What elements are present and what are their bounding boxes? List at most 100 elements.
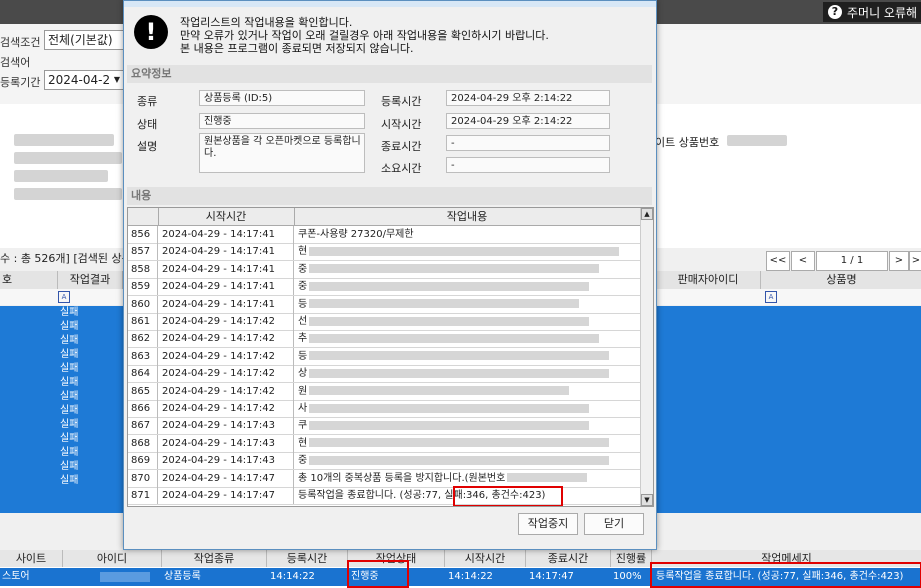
blurred-text bbox=[14, 188, 122, 200]
log-row[interactable]: 860 2024-04-29 - 14:17:41 등 bbox=[128, 295, 640, 314]
log-row[interactable]: 864 2024-04-29 - 14:17:42 상 bbox=[128, 365, 640, 384]
log-row-no: 866 bbox=[128, 400, 158, 417]
right-panel: 이트 상품번호 bbox=[655, 104, 921, 248]
kind-label: 종류 bbox=[137, 95, 158, 108]
condition-select[interactable]: 전체(기본값) bbox=[44, 30, 125, 50]
pager-prev[interactable]: < bbox=[791, 251, 815, 271]
log-row-no: 858 bbox=[128, 260, 158, 278]
blurred-id bbox=[100, 572, 150, 582]
blurred-text bbox=[727, 135, 787, 146]
scroll-up-icon[interactable]: ▲ bbox=[641, 208, 653, 220]
log-row[interactable]: 857 2024-04-29 - 14:17:41 현 bbox=[128, 243, 640, 262]
log-row-no: 868 bbox=[128, 434, 158, 452]
grid-row-result: 실패 bbox=[60, 321, 79, 332]
log-row[interactable]: 863 2024-04-29 - 14:17:42 등 bbox=[128, 347, 640, 366]
blurred-text bbox=[309, 264, 600, 274]
job-header-site[interactable]: 사이트 bbox=[0, 550, 63, 567]
grid-header-result[interactable]: 작업결과 bbox=[58, 271, 123, 289]
grid-row-result: 실패 bbox=[60, 377, 79, 388]
blurred-text bbox=[309, 438, 610, 448]
job-header-start[interactable]: 시작시간 bbox=[445, 550, 526, 567]
log-row-time: 2024-04-29 - 14:17:42 bbox=[158, 400, 294, 417]
reg-time-label: 등록시간 bbox=[381, 95, 422, 108]
help-icon: ? bbox=[828, 5, 842, 19]
log-header-content[interactable]: 작업내용 bbox=[294, 208, 640, 225]
pager-first[interactable]: << bbox=[766, 251, 790, 271]
period-label: 등록기간 bbox=[0, 76, 41, 89]
blurred-text bbox=[309, 299, 580, 309]
job-list-grid: 사이트 아이디 작업종류 등록시간 작업상태 시작시간 종료시간 진행률 작업메… bbox=[0, 550, 921, 588]
job-header-progress[interactable]: 진행률 bbox=[611, 550, 652, 567]
blurred-text bbox=[309, 333, 600, 343]
log-row-message: 쿠폰-사용량 27320/무제한 bbox=[294, 226, 640, 243]
filter-icon[interactable]: A bbox=[58, 291, 70, 303]
pager-next[interactable]: > bbox=[889, 251, 909, 271]
log-row[interactable]: 870 2024-04-29 - 14:17:47 총 10개의 중복상품 등록을 … bbox=[128, 469, 640, 488]
log-row[interactable]: 865 2024-04-29 - 14:17:42 원 bbox=[128, 382, 640, 401]
log-scrollbar[interactable]: ▲ ▼ bbox=[640, 208, 653, 506]
pager-last[interactable]: > bbox=[909, 251, 921, 271]
grid-row-result: 실패 bbox=[60, 461, 79, 472]
log-row[interactable]: 868 2024-04-29 - 14:17:43 현 bbox=[128, 434, 640, 453]
log-row-no: 869 bbox=[128, 452, 158, 470]
log-row-time: 2024-04-29 - 14:17:42 bbox=[158, 365, 294, 383]
job-end: 14:17:47 bbox=[529, 571, 574, 582]
filter-icon[interactable]: A bbox=[765, 291, 777, 303]
grid-header-seller[interactable]: 판매자아이디 bbox=[656, 271, 761, 289]
log-row[interactable]: 858 2024-04-29 - 14:17:41 중 bbox=[128, 260, 640, 279]
log-row-message-text: 쿠폰-사용량 27320/무제한 bbox=[298, 229, 414, 240]
site-product-label: 이트 상품번호 bbox=[655, 136, 720, 149]
job-header-id[interactable]: 아이디 bbox=[63, 550, 162, 567]
log-row-message-text: 중 bbox=[298, 281, 308, 293]
grid-header-product[interactable]: 상품명 bbox=[762, 271, 921, 289]
grid-row-result: 실패 bbox=[60, 419, 79, 430]
job-detail-dialog: ! 작업리스트의 작업내용을 확인합니다. 만약 오류가 있거나 작업이 오래 … bbox=[123, 0, 657, 550]
log-row-message-text: 총 10개의 중복상품 등록을 방지합니다.(원본번호 bbox=[298, 472, 506, 484]
job-kind: 상품등록 bbox=[164, 571, 201, 582]
desc-label: 설명 bbox=[137, 140, 158, 153]
log-row[interactable]: 856 2024-04-29 - 14:17:41 쿠폰-사용량 27320/무제한 bbox=[128, 226, 640, 244]
start-time-value: 2024-04-29 오후 2:14:22 bbox=[446, 113, 610, 129]
log-row-message: 현 bbox=[294, 435, 640, 452]
log-row[interactable]: 866 2024-04-29 - 14:17:42 사 bbox=[128, 400, 640, 418]
job-header-reg-time[interactable]: 등록시간 bbox=[267, 550, 348, 567]
help-button[interactable]: ? 주머니 오류해 bbox=[823, 2, 921, 22]
log-row[interactable]: 859 2024-04-29 - 14:17:41 중 bbox=[128, 278, 640, 297]
log-row-message-text: 쿠 bbox=[298, 420, 308, 432]
log-row-message: 중 bbox=[294, 452, 640, 469]
job-reg-time: 14:14:22 bbox=[270, 571, 315, 582]
elapsed-label: 소요시간 bbox=[381, 162, 422, 175]
log-row-no: 856 bbox=[128, 226, 158, 243]
status-value: 진행중 bbox=[199, 113, 365, 129]
blurred-text bbox=[309, 281, 590, 291]
log-row-time: 2024-04-29 - 14:17:41 bbox=[158, 243, 294, 261]
log-row[interactable]: 871 2024-04-29 - 14:17:47 등록작업을 종료합니다. (성공… bbox=[128, 487, 640, 505]
job-header-kind[interactable]: 작업종류 bbox=[162, 550, 267, 567]
desc-value: 원본상품을 각 오픈마켓으로 등록합니다. bbox=[199, 133, 365, 173]
log-row-message-text: 현 bbox=[298, 246, 308, 258]
log-row-no: 870 bbox=[128, 469, 158, 487]
dialog-title-bar[interactable] bbox=[124, 1, 656, 7]
log-row-no: 860 bbox=[128, 295, 158, 313]
stop-job-button[interactable]: 작업중지 bbox=[518, 513, 578, 535]
log-header-time[interactable]: 시작시간 bbox=[158, 208, 295, 225]
chevron-down-icon[interactable]: ▼ bbox=[114, 71, 120, 89]
log-row[interactable]: 861 2024-04-29 - 14:17:42 선 bbox=[128, 313, 640, 331]
grid-row-result: 실패 bbox=[60, 335, 79, 346]
log-row-no: 867 bbox=[128, 417, 158, 435]
job-header-end[interactable]: 종료시간 bbox=[526, 550, 611, 567]
log-row[interactable]: 862 2024-04-29 - 14:17:42 추 bbox=[128, 330, 640, 349]
blurred-text bbox=[14, 134, 114, 146]
log-row-message-text: 등 bbox=[298, 298, 308, 310]
period-start-input[interactable]: 2024-04-2 ▼ bbox=[44, 70, 125, 90]
log-row-message: 원 bbox=[294, 383, 640, 400]
log-row-time: 2024-04-29 - 14:17:41 bbox=[158, 278, 294, 296]
scroll-down-icon[interactable]: ▼ bbox=[641, 494, 653, 506]
log-row-no: 863 bbox=[128, 347, 158, 365]
grid-header-no[interactable]: 호 bbox=[0, 271, 58, 289]
log-row[interactable]: 867 2024-04-29 - 14:17:43 쿠 bbox=[128, 417, 640, 436]
close-button[interactable]: 닫기 bbox=[584, 513, 644, 535]
log-row[interactable]: 869 2024-04-29 - 14:17:43 중 bbox=[128, 452, 640, 471]
log-row-message: 중 bbox=[294, 261, 640, 278]
log-row-no: 859 bbox=[128, 278, 158, 296]
